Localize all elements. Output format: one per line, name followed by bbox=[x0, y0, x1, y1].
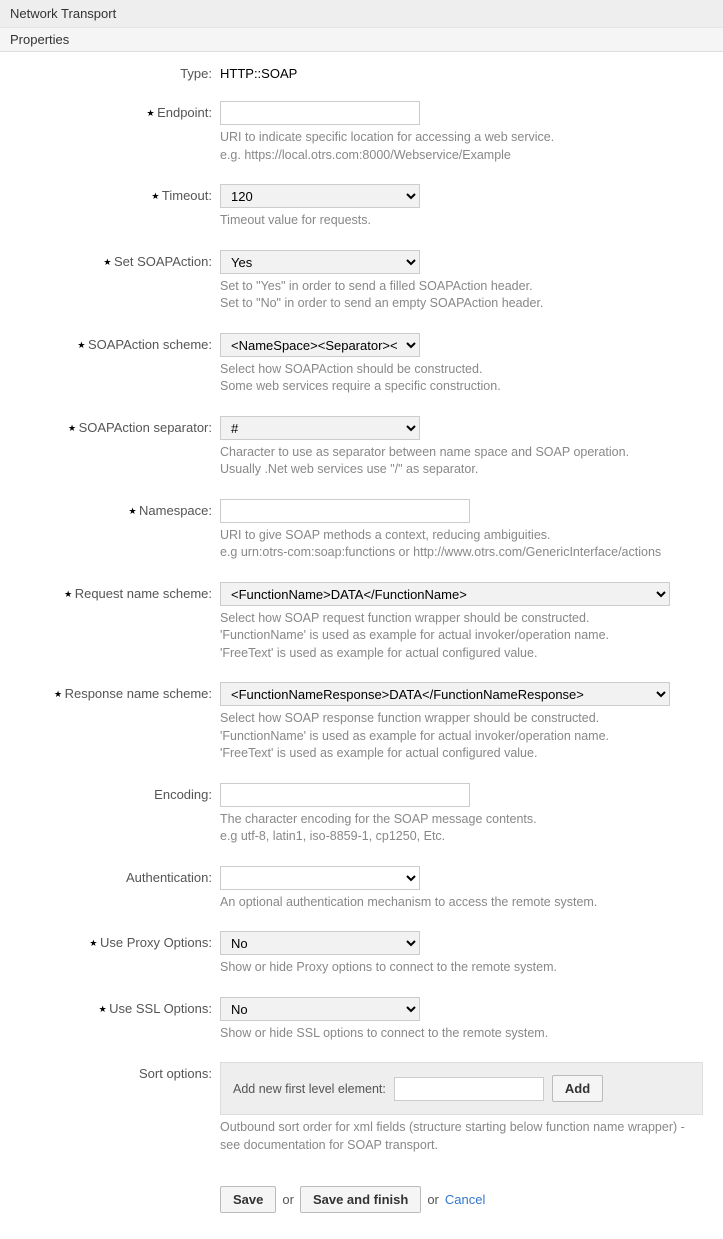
use-proxy-select[interactable]: No bbox=[220, 931, 420, 955]
request-name-scheme-select[interactable]: <FunctionName>DATA</FunctionName> bbox=[220, 582, 670, 606]
soapaction-separator-help: Character to use as separator between na… bbox=[220, 444, 703, 479]
sort-add-label: Add new first level element: bbox=[233, 1082, 386, 1096]
encoding-label: Encoding: bbox=[0, 783, 220, 802]
set-soapaction-label: Set SOAPAction: bbox=[0, 250, 220, 269]
soapaction-separator-label: SOAPAction separator: bbox=[0, 416, 220, 435]
timeout-help: Timeout value for requests. bbox=[220, 212, 703, 230]
encoding-help: The character encoding for the SOAP mess… bbox=[220, 811, 703, 846]
endpoint-help: URI to indicate specific location for ac… bbox=[220, 129, 703, 164]
request-name-scheme-help: Select how SOAP request function wrapper… bbox=[220, 610, 703, 663]
endpoint-input[interactable] bbox=[220, 101, 420, 125]
section-title: Properties bbox=[0, 27, 723, 51]
namespace-input[interactable] bbox=[220, 499, 470, 523]
request-name-scheme-label: Request name scheme: bbox=[0, 582, 220, 601]
save-finish-button[interactable]: Save and finish bbox=[300, 1186, 421, 1213]
namespace-help: URI to give SOAP methods a context, redu… bbox=[220, 527, 703, 562]
response-name-scheme-help: Select how SOAP response function wrappe… bbox=[220, 710, 703, 763]
use-proxy-help: Show or hide Proxy options to connect to… bbox=[220, 959, 703, 977]
or-text-1: or bbox=[282, 1192, 294, 1207]
use-ssl-help: Show or hide SSL options to connect to t… bbox=[220, 1025, 703, 1043]
cancel-link[interactable]: Cancel bbox=[445, 1192, 485, 1207]
panel-title: Network Transport bbox=[0, 0, 723, 27]
save-button[interactable]: Save bbox=[220, 1186, 276, 1213]
set-soapaction-select[interactable]: Yes bbox=[220, 250, 420, 274]
namespace-label: Namespace: bbox=[0, 499, 220, 518]
sort-options-box: Add new first level element: Add bbox=[220, 1062, 703, 1115]
use-ssl-label: Use SSL Options: bbox=[0, 997, 220, 1016]
soapaction-scheme-label: SOAPAction scheme: bbox=[0, 333, 220, 352]
authentication-label: Authentication: bbox=[0, 866, 220, 885]
use-proxy-label: Use Proxy Options: bbox=[0, 931, 220, 950]
use-ssl-select[interactable]: No bbox=[220, 997, 420, 1021]
sort-options-help: Outbound sort order for xml fields (stru… bbox=[220, 1119, 703, 1154]
or-text-2: or bbox=[427, 1192, 439, 1207]
authentication-help: An optional authentication mechanism to … bbox=[220, 894, 703, 912]
sort-add-button[interactable]: Add bbox=[552, 1075, 603, 1102]
sort-options-label: Sort options: bbox=[0, 1062, 220, 1081]
authentication-select[interactable] bbox=[220, 866, 420, 890]
response-name-scheme-select[interactable]: <FunctionNameResponse>DATA</FunctionName… bbox=[220, 682, 670, 706]
timeout-select[interactable]: 120 bbox=[220, 184, 420, 208]
response-name-scheme-label: Response name scheme: bbox=[0, 682, 220, 701]
encoding-input[interactable] bbox=[220, 783, 470, 807]
type-value: HTTP::SOAP bbox=[220, 62, 703, 81]
timeout-label: Timeout: bbox=[0, 184, 220, 203]
soapaction-scheme-help: Select how SOAPAction should be construc… bbox=[220, 361, 703, 396]
type-label: Type: bbox=[0, 62, 220, 81]
endpoint-label: Endpoint: bbox=[0, 101, 220, 120]
set-soapaction-help: Set to "Yes" in order to send a filled S… bbox=[220, 278, 703, 313]
sort-add-input[interactable] bbox=[394, 1077, 544, 1101]
soapaction-scheme-select[interactable]: <NameSpace><Separator><Operation> bbox=[220, 333, 420, 357]
soapaction-separator-select[interactable]: # bbox=[220, 416, 420, 440]
